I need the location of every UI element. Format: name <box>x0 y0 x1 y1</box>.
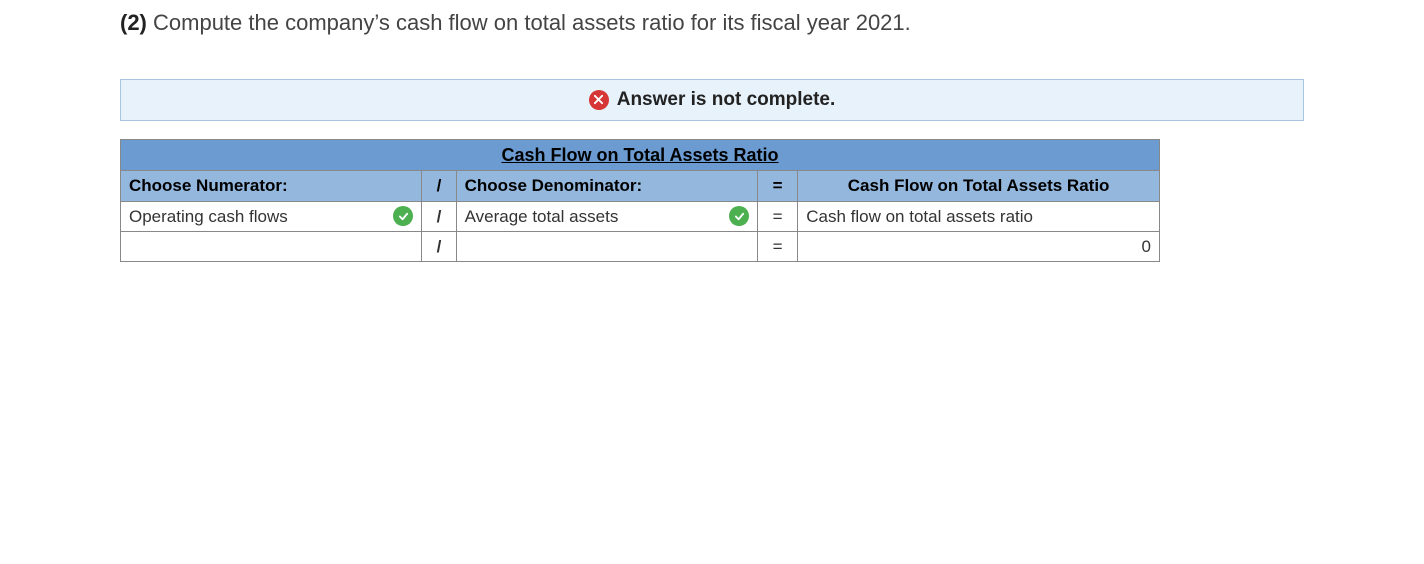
header-slash: / <box>422 171 456 201</box>
header-denominator: Choose Denominator: <box>456 171 757 201</box>
ratio-table: Cash Flow on Total Assets Ratio Choose N… <box>120 139 1160 262</box>
equals-cell: = <box>758 231 798 261</box>
header-equals: = <box>758 171 798 201</box>
check-icon <box>393 206 413 226</box>
table-row: / = 0 <box>121 231 1160 261</box>
equals-cell: = <box>758 201 798 231</box>
question-number: (2) <box>120 10 147 35</box>
slash-cell: / <box>422 231 456 261</box>
numerator-value: Operating cash flows <box>129 206 387 227</box>
answer-status-label: Answer is not complete. <box>617 89 836 111</box>
table-title: Cash Flow on Total Assets Ratio <box>121 139 1160 171</box>
table-row: Operating cash flows / Average total ass… <box>121 201 1160 231</box>
header-numerator: Choose Numerator: <box>121 171 422 201</box>
result-cell: Cash flow on total assets ratio <box>798 201 1160 231</box>
numerator-cell[interactable]: Operating cash flows <box>121 201 422 231</box>
numerator-input[interactable] <box>121 231 422 261</box>
result-value[interactable]: 0 <box>798 231 1160 261</box>
question-text: (2) Compute the company’s cash flow on t… <box>120 8 1304 39</box>
header-result: Cash Flow on Total Assets Ratio <box>798 171 1160 201</box>
denominator-cell[interactable]: Average total assets <box>456 201 757 231</box>
question-body: Compute the company’s cash flow on total… <box>153 10 911 35</box>
x-icon <box>589 90 609 110</box>
check-icon <box>729 206 749 226</box>
slash-cell: / <box>422 201 456 231</box>
denominator-input[interactable] <box>456 231 757 261</box>
denominator-value: Average total assets <box>465 206 723 227</box>
answer-status-bar: Answer is not complete. <box>120 79 1304 121</box>
